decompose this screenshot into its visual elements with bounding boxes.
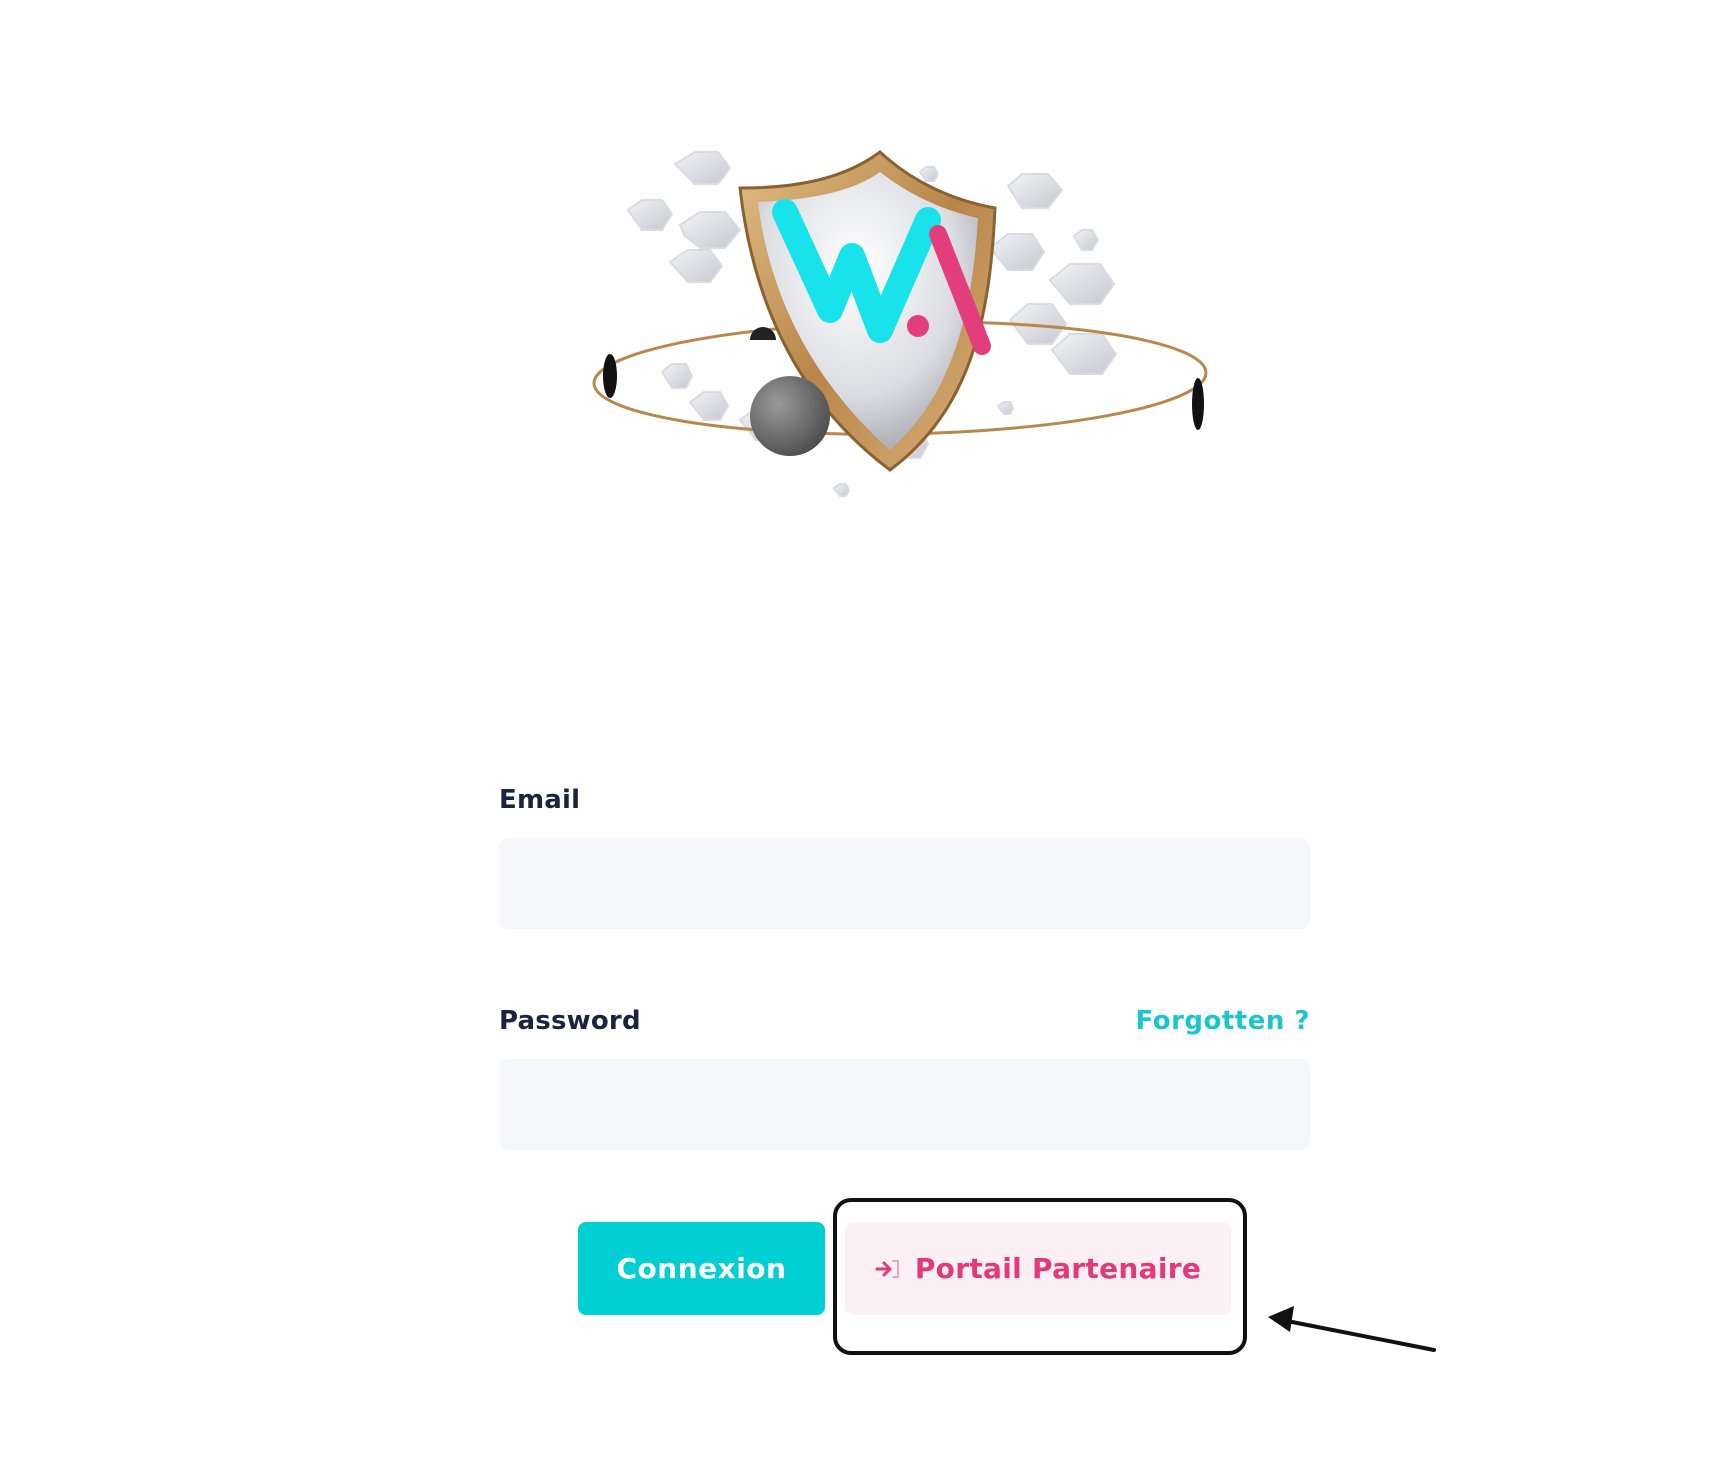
- forgot-password-link[interactable]: Forgotten ?: [1136, 1006, 1311, 1036]
- password-field[interactable]: [499, 1059, 1310, 1150]
- login-arrow-icon: [875, 1258, 901, 1280]
- connexion-button[interactable]: Connexion: [578, 1222, 825, 1315]
- password-label-row: Password Forgotten ?: [499, 999, 1310, 1043]
- email-label: Email: [499, 785, 581, 815]
- app-logo: [590, 150, 1210, 560]
- annotation-arrow-icon: [1268, 1306, 1436, 1352]
- email-label-row: Email: [499, 778, 1310, 822]
- email-field[interactable]: [499, 838, 1310, 929]
- login-form: Email Password Forgotten ?: [499, 778, 1310, 1150]
- partner-portal-button[interactable]: Portail Partenaire: [845, 1222, 1231, 1315]
- partner-portal-label: Portail Partenaire: [914, 1252, 1202, 1285]
- password-label: Password: [499, 1006, 641, 1036]
- shield-logo-illustration: [592, 150, 1208, 497]
